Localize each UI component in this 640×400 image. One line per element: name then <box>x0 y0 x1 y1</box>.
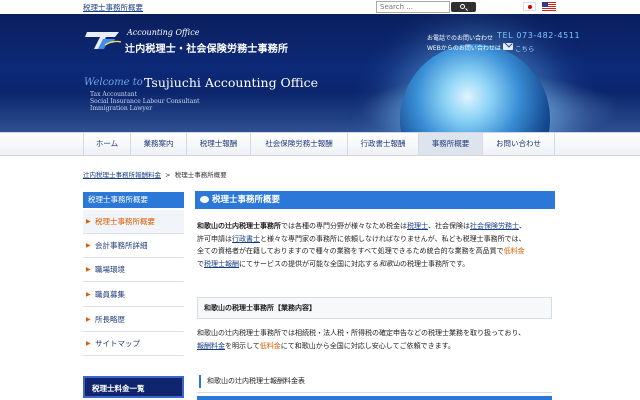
top-bar: 税理士事務所概要 <box>0 0 640 14</box>
intro-paragraph: 和歌山の辻内税理士事務所では各種の専門分野が様々なため税金は税理士、社会保険は社… <box>197 220 555 270</box>
sidebar-item-label: 税理士事務所概要 <box>95 217 155 226</box>
sidebar-item-label: 所長略歴 <box>95 315 125 324</box>
arrow-right-icon: ▶ <box>86 266 91 273</box>
logo-mark-icon[interactable] <box>85 30 121 50</box>
sidebar-item-office-overview[interactable]: ▶ 税理士事務所概要 <box>83 210 184 234</box>
paragraph-text: では各種の専門分野が様々なため税金は <box>281 222 407 230</box>
sidebar-item-office-details[interactable]: ▶ 会計事務所詳細 <box>83 234 184 258</box>
contact-phone-number: TEL 073-482-4511 <box>497 31 581 40</box>
contact-web-link[interactable]: こちら <box>515 43 535 53</box>
paragraph-text: の税理士事務所です。 <box>400 259 470 268</box>
paragraph-text: 、 <box>519 222 526 230</box>
paragraph-text: 和歌山 <box>379 259 400 268</box>
contact-web-label: WEBからのお問い合わせは <box>427 45 501 52</box>
sidebar-item-label: 会計事務所詳細 <box>95 241 148 250</box>
globe-image <box>400 44 550 132</box>
nav-item-tax-fees[interactable]: 税理士報酬 <box>186 133 250 155</box>
header-banner: Accounting Office 辻内税理士・社会保険労務士事務所 お電話での… <box>0 14 640 132</box>
top-site-link[interactable]: 税理士事務所概要 <box>83 2 143 13</box>
highlight-low-fee: 低料金 <box>259 341 281 350</box>
sidebar-item-sitemap[interactable]: ▶ サイトマップ <box>83 332 184 356</box>
paragraph-text: 全ての資格者が在籍しておりますので種々の業務をすべて処理できるため統合的な業務を… <box>197 247 504 256</box>
nav-item-office[interactable]: 事務所概要 <box>418 133 482 155</box>
paragraph-text: にてサービスの提供が可能な全国に対応する <box>239 259 379 268</box>
speech-bubble-icon <box>200 196 209 203</box>
arrow-right-icon: ▶ <box>86 218 91 225</box>
paragraph-text: 和歌山の辻内税理士事務所では相続税・法人税・所得税の確定申告などの税理士業務を取… <box>197 329 526 337</box>
welcome-text: Welcome to <box>84 77 143 88</box>
link-labor-consultant[interactable]: 社会保険労務士 <box>470 222 519 230</box>
breadcrumb-link[interactable]: 辻内税理士事務所報酬料金 <box>83 171 161 179</box>
services-subheading: 和歌山の税理士事務所【業務内容】 <box>197 297 552 319</box>
link-tax-accountant[interactable]: 税理士 <box>407 222 428 230</box>
sidebar-heading: 税理士事務所概要 <box>83 192 184 208</box>
office-name-bold: 和歌山の辻内税理士事務所 <box>197 222 281 230</box>
nav-item-labor-fees[interactable]: 社会保険労務士報酬 <box>250 133 347 155</box>
office-name: Tsujiuchi Accounting Office <box>144 75 319 90</box>
link-fees[interactable]: 報酬料金 <box>197 342 225 350</box>
logo-title[interactable]: 辻内税理士・社会保険労務士事務所 <box>125 40 288 55</box>
sidebar-item-label: 職員募集 <box>95 290 125 299</box>
sidebar-fee-list-box[interactable]: 税理士料金一覧 <box>83 376 184 398</box>
sidebar-item-director-profile[interactable]: ▶ 所長略歴 <box>83 308 184 332</box>
sidebar-item-workplace[interactable]: ▶ 職場環境 <box>83 258 184 282</box>
nav-item-home[interactable]: ホーム <box>83 133 130 155</box>
highlight-low-fee: 低料金 <box>503 247 525 256</box>
sidebar-item-label: 職場環境 <box>95 265 125 274</box>
search-button[interactable] <box>451 2 476 12</box>
arrow-right-icon: ▶ <box>86 291 91 298</box>
paragraph-text: と様々な専門家の事務所に依頼しなければなりませんが、私ども税理士事務所では、 <box>260 234 526 243</box>
mail-icon[interactable] <box>503 43 513 50</box>
link-tax-fees[interactable]: 税理士報酬 <box>204 260 239 268</box>
main-heading: 税理士事務所概要 <box>195 191 555 209</box>
tagline-line: Immigration Lawyer <box>90 105 153 112</box>
main-nav: ホーム 業務案内 税理士報酬 社会保険労務士報酬 行政書士報酬 事務所概要 お問… <box>0 132 640 156</box>
contact-phone-label: お電話でのお問い合わせ <box>427 35 494 42</box>
main-heading-text: 税理士事務所概要 <box>212 195 281 205</box>
nav-item-admin-fees[interactable]: 行政書士報酬 <box>347 133 418 155</box>
nav-item-services[interactable]: 業務案内 <box>130 133 186 155</box>
sidebar-item-label: サイトマップ <box>95 339 140 348</box>
link-administrative-scrivener[interactable]: 行政書士 <box>232 235 260 243</box>
arrow-right-icon: ▶ <box>86 316 91 323</box>
tagline-line: Tax Accountant <box>90 91 138 98</box>
services-paragraph: 和歌山の辻内税理士事務所では相続税・法人税・所得税の確定申告などの税理士業務を取… <box>197 327 555 352</box>
nav-item-contact[interactable]: お問い合わせ <box>482 133 555 155</box>
paragraph-text: にて和歌山から全国に対応し安心してご依頼できます。 <box>280 341 455 350</box>
breadcrumb: 辻内税理士事務所報酬料金 > 税理士事務所概要 <box>83 169 227 179</box>
logo-subtitle: Accounting Office <box>127 28 200 37</box>
paragraph-text: で <box>197 259 204 268</box>
arrow-right-icon: ▶ <box>86 242 91 249</box>
paragraph-text: を明示して <box>225 341 260 350</box>
breadcrumb-separator: > <box>165 171 171 179</box>
paragraph-text: 、社会保険は <box>428 222 470 230</box>
search-icon <box>460 3 465 9</box>
sidebar-item-recruitment[interactable]: ▶ 職員募集 <box>83 283 184 307</box>
arrow-right-icon: ▶ <box>86 340 91 347</box>
paragraph-text: 許可申請は <box>197 234 232 243</box>
fee-table-header <box>197 396 552 400</box>
search-input[interactable] <box>376 1 450 13</box>
fee-table-heading: 和歌山の辻内税理士報酬料金表 <box>197 371 552 393</box>
tagline-line: Social Insurance Labour Consultant <box>90 98 200 105</box>
usa-flag-icon[interactable] <box>542 2 556 11</box>
breadcrumb-current: 税理士事務所概要 <box>174 171 227 179</box>
japan-flag-icon[interactable] <box>523 2 536 11</box>
